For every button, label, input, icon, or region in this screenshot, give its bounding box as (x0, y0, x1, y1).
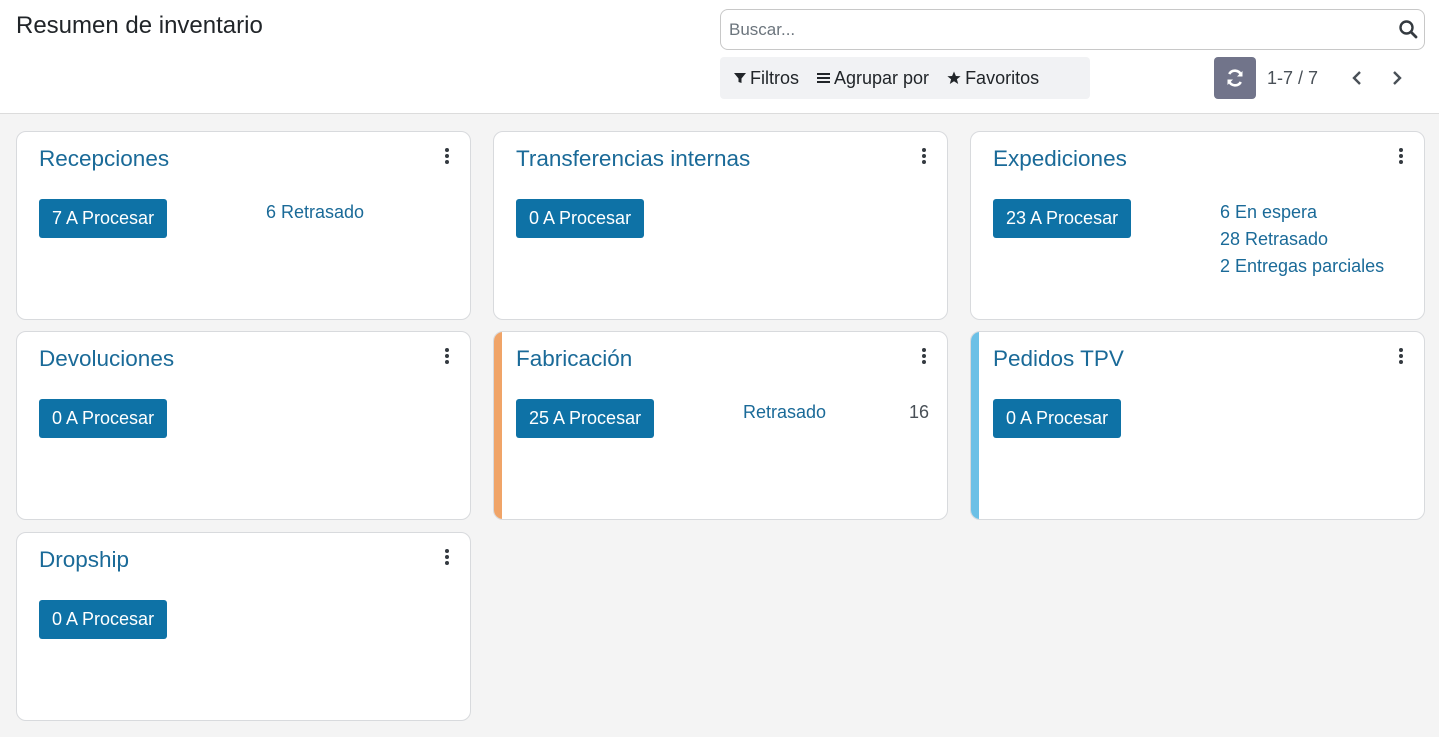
search-box[interactable] (720, 9, 1425, 50)
group-by-label: Agrupar por (834, 67, 930, 88)
card-fabricacion: Fabricación 25 A Procesar Retrasado 16 (493, 331, 948, 520)
refresh-button[interactable] (1214, 57, 1256, 99)
late-link[interactable]: Retrasado (743, 399, 826, 426)
favorites-button[interactable]: Favoritos (941, 57, 1051, 99)
refresh-icon (1227, 69, 1243, 87)
pager-next-button[interactable] (1377, 57, 1417, 99)
card-pedidos-tpv: Pedidos TPV 0 A Procesar (970, 331, 1425, 520)
card-menu-icon[interactable] (917, 148, 931, 166)
control-panel: Resumen de inventario Filtros Agrupar po… (0, 0, 1439, 114)
card-dropship: Dropship 0 A Procesar (16, 532, 471, 721)
card-expediciones: Expediciones 23 A Procesar 6 En espera 2… (970, 131, 1425, 320)
filters-button[interactable]: Filtros (728, 57, 811, 99)
backorders-link[interactable]: 2 Entregas parciales (1220, 253, 1384, 280)
card-menu-icon[interactable] (917, 348, 931, 366)
group-by-button[interactable]: Agrupar por (811, 57, 941, 99)
waiting-link[interactable]: 6 En espera (1220, 199, 1384, 226)
favorites-label: Favoritos (965, 67, 1040, 88)
chevron-left-icon (1352, 71, 1361, 85)
card-title[interactable]: Devoluciones (39, 346, 174, 372)
card-title[interactable]: Transferencias internas (516, 146, 750, 172)
to-process-button[interactable]: 0 A Procesar (516, 199, 645, 238)
pager-previous-button[interactable] (1337, 57, 1377, 99)
card-title[interactable]: Dropship (39, 547, 129, 573)
card-title[interactable]: Expediciones (993, 146, 1127, 172)
to-process-button[interactable]: 23 A Procesar (993, 199, 1132, 238)
card-transferencias-internas: Transferencias internas 0 A Procesar (493, 131, 948, 320)
card-menu-icon[interactable] (440, 148, 454, 166)
card-title[interactable]: Recepciones (39, 146, 169, 172)
card-stats: 6 En espera 28 Retrasado 2 Entregas parc… (1220, 199, 1384, 280)
card-menu-icon[interactable] (440, 549, 454, 567)
to-process-button[interactable]: 7 A Procesar (39, 199, 168, 238)
to-process-button[interactable]: 25 A Procesar (516, 399, 655, 438)
list-icon (817, 73, 830, 83)
late-link[interactable]: 28 Retrasado (1220, 226, 1384, 253)
card-menu-icon[interactable] (440, 348, 454, 366)
card-menu-icon[interactable] (1394, 348, 1408, 366)
chevron-right-icon (1393, 71, 1402, 85)
search-options-bar: Filtros Agrupar por Favoritos (720, 57, 1090, 99)
pager-value[interactable]: 1-7 / 7 (1267, 68, 1337, 89)
filter-icon (734, 73, 746, 83)
to-process-button[interactable]: 0 A Procesar (993, 399, 1122, 438)
search-input[interactable] (729, 10, 1389, 49)
late-link[interactable]: 6 Retrasado (266, 199, 364, 226)
pager: 1-7 / 7 (1214, 57, 1417, 99)
card-menu-icon[interactable] (1394, 148, 1408, 166)
card-stats: Retrasado (743, 399, 826, 426)
to-process-button[interactable]: 0 A Procesar (39, 600, 168, 639)
card-devoluciones: Devoluciones 0 A Procesar (16, 331, 471, 520)
to-process-button[interactable]: 0 A Procesar (39, 399, 168, 438)
card-title[interactable]: Fabricación (516, 346, 632, 372)
star-icon (947, 71, 961, 84)
page-title: Resumen de inventario (16, 12, 263, 39)
card-recepciones: Recepciones 7 A Procesar 6 Retrasado (16, 131, 471, 320)
late-count: 16 (908, 402, 929, 422)
card-stats: 6 Retrasado (266, 199, 364, 226)
card-title[interactable]: Pedidos TPV (993, 346, 1124, 372)
search-icon[interactable] (1398, 19, 1418, 39)
filters-label: Filtros (750, 67, 799, 88)
